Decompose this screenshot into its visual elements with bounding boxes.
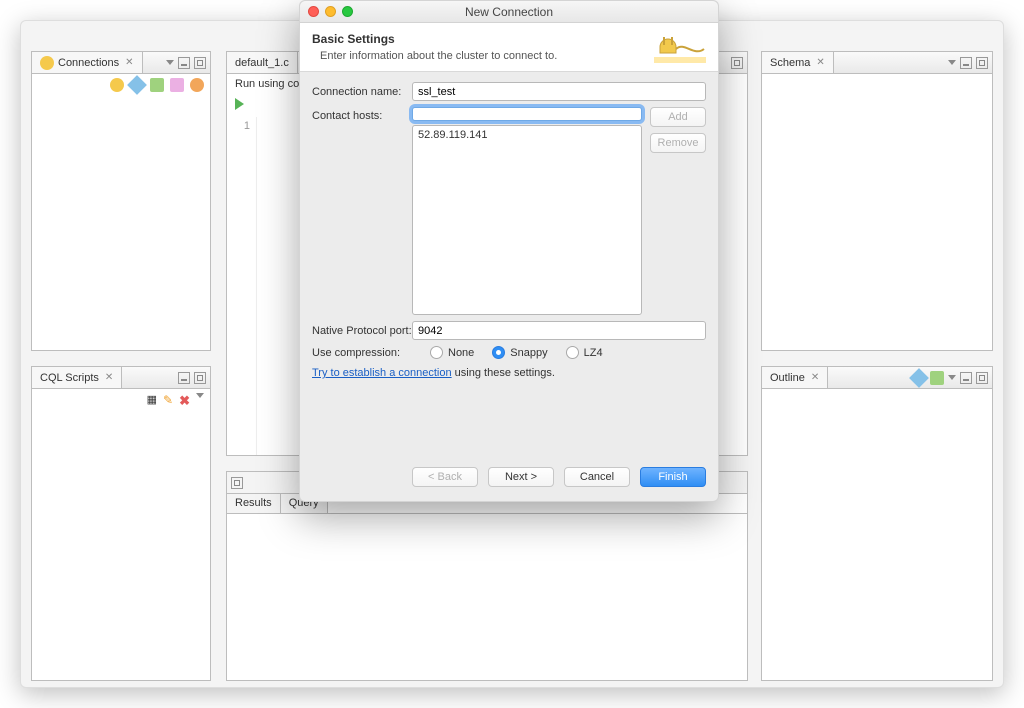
outline-panel: Outline ✕: [761, 366, 993, 681]
menu-icon[interactable]: [196, 393, 204, 398]
compression-snappy-radio[interactable]: Snappy: [492, 346, 547, 359]
editor-tab-label: default_1.c: [235, 57, 289, 69]
new-script-icon[interactable]: ▦: [147, 393, 157, 409]
outline-tab[interactable]: Outline ✕: [762, 367, 828, 388]
close-icon[interactable]: ✕: [125, 57, 133, 68]
outline-tab-label: Outline: [770, 372, 805, 384]
dialog-heading: Basic Settings: [312, 32, 654, 46]
radio-icon: [492, 346, 505, 359]
test-connection-link[interactable]: Try to establish a connection: [312, 367, 452, 379]
results-panel: Results Query: [226, 471, 748, 681]
connections-icon: [40, 56, 54, 70]
cqlscripts-tab[interactable]: CQL Scripts ✕: [32, 367, 122, 388]
maximize-icon[interactable]: [976, 372, 988, 384]
new-connection-dialog: New Connection Basic Settings Enter info…: [299, 0, 719, 502]
schema-panel: Schema ✕: [761, 51, 993, 351]
maximize-icon[interactable]: [731, 57, 743, 69]
contact-hosts-input[interactable]: [412, 107, 642, 121]
close-icon[interactable]: ✕: [105, 372, 113, 383]
test-connection-line: Try to establish a connection using thes…: [312, 367, 706, 379]
maximize-icon[interactable]: [194, 372, 206, 384]
dialog-footer: < Back Next > Cancel Finish: [300, 457, 718, 501]
toolbar-icon[interactable]: [190, 78, 204, 92]
dialog-subheading: Enter information about the cluster to c…: [312, 50, 654, 62]
play-icon[interactable]: [235, 98, 244, 110]
remove-host-button[interactable]: Remove: [650, 133, 706, 153]
minimize-icon[interactable]: [960, 57, 972, 69]
compression-lz4-radio[interactable]: LZ4: [566, 346, 603, 359]
host-item[interactable]: 52.89.119.141: [418, 129, 636, 141]
radio-icon: [430, 346, 443, 359]
plug-icon: [654, 31, 706, 63]
contact-hosts-list[interactable]: 52.89.119.141: [412, 125, 642, 315]
cqlscripts-panel: CQL Scripts ✕ ▦ ✎ ✖: [31, 366, 211, 681]
window-close-icon[interactable]: [308, 6, 319, 17]
dialog-title: New Connection: [300, 5, 718, 19]
native-port-input[interactable]: [412, 321, 706, 340]
minimize-icon[interactable]: [178, 57, 190, 69]
toolbar-icon[interactable]: [150, 78, 164, 92]
schema-tab[interactable]: Schema ✕: [762, 52, 834, 73]
delete-icon[interactable]: ✖: [179, 393, 190, 409]
toolbar-icon[interactable]: [110, 78, 124, 92]
contact-hosts-label: Contact hosts:: [312, 107, 412, 122]
finish-button[interactable]: Finish: [640, 467, 706, 487]
menu-icon[interactable]: [166, 60, 174, 65]
menu-icon[interactable]: [948, 60, 956, 65]
connections-panel: Connections ✕: [31, 51, 211, 351]
cqlscripts-tab-label: CQL Scripts: [40, 372, 99, 384]
connections-tab-label: Connections: [58, 57, 119, 69]
connection-name-input[interactable]: [412, 82, 706, 101]
window-zoom-icon[interactable]: [342, 6, 353, 17]
toolbar-icon[interactable]: [909, 368, 929, 388]
results-tab[interactable]: Results: [227, 494, 281, 513]
next-button[interactable]: Next >: [488, 467, 554, 487]
cancel-button[interactable]: Cancel: [564, 467, 630, 487]
close-icon[interactable]: ✕: [816, 57, 824, 68]
editor-tab[interactable]: default_1.c: [227, 52, 298, 73]
menu-icon[interactable]: [948, 375, 956, 380]
connection-name-label: Connection name:: [312, 86, 412, 98]
minimize-icon[interactable]: [960, 372, 972, 384]
minimize-icon[interactable]: [178, 372, 190, 384]
connections-tab[interactable]: Connections ✕: [32, 52, 143, 73]
toolbar-icon[interactable]: [170, 78, 184, 92]
maximize-icon[interactable]: [231, 477, 243, 489]
toolbar-icon[interactable]: [127, 75, 147, 95]
schema-tab-label: Schema: [770, 57, 810, 69]
window-minimize-icon[interactable]: [325, 6, 336, 17]
dialog-titlebar[interactable]: New Connection: [300, 1, 718, 23]
native-port-label: Native Protocol port:: [312, 325, 412, 337]
editor-gutter: 1: [227, 117, 257, 455]
edit-icon[interactable]: ✎: [163, 393, 173, 409]
maximize-icon[interactable]: [194, 57, 206, 69]
dialog-header: Basic Settings Enter information about t…: [300, 23, 718, 72]
compression-label: Use compression:: [312, 347, 412, 359]
add-host-button[interactable]: Add: [650, 107, 706, 127]
toolbar-icon[interactable]: [930, 371, 944, 385]
connections-toolbar: [32, 74, 210, 96]
back-button[interactable]: < Back: [412, 467, 478, 487]
compression-none-radio[interactable]: None: [430, 346, 474, 359]
close-icon[interactable]: ✕: [811, 372, 819, 383]
maximize-icon[interactable]: [976, 57, 988, 69]
radio-icon: [566, 346, 579, 359]
